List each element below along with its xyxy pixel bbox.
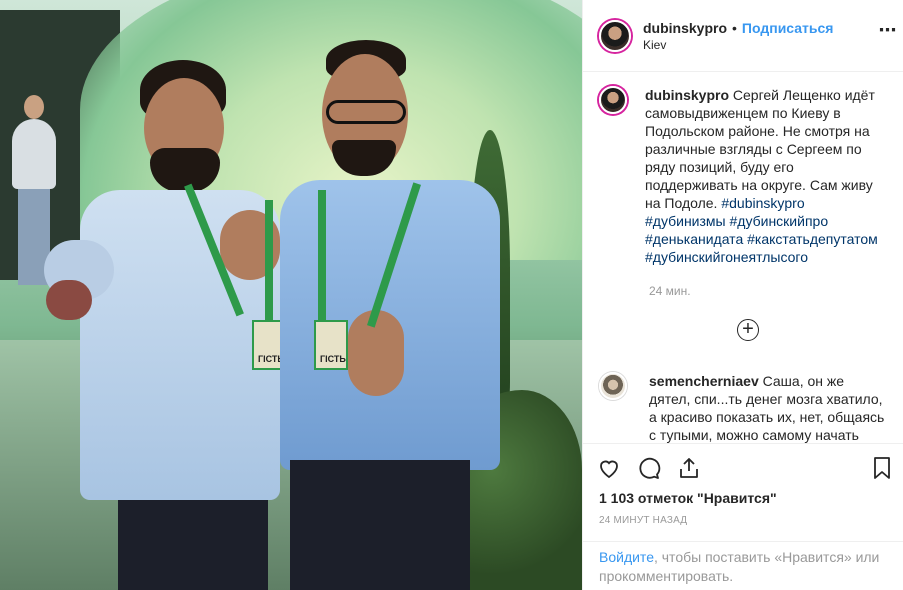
post-actions: 1 103 отметок "Нравится" 24 МИНУТ НАЗАД (583, 443, 903, 541)
post-time: 24 МИНУТ НАЗАД (599, 515, 688, 526)
comments-section[interactable]: dubinskypro Сергей Лещенко идёт самовыдв… (583, 72, 903, 443)
follow-button[interactable]: Подписаться (742, 20, 834, 36)
caption-username[interactable]: dubinskypro (645, 87, 729, 103)
caption-text: dubinskypro Сергей Лещенко идёт самовыдв… (645, 86, 885, 266)
caption-body: Сергей Лещенко идёт самовыдвиженцем по К… (645, 87, 875, 211)
heart-icon[interactable] (597, 456, 621, 480)
bookmark-icon[interactable] (870, 456, 894, 480)
post-sidebar: dubinskypro • Подписаться Kiev ⋯ dubinsk… (582, 0, 903, 590)
caption: dubinskypro Сергей Лещенко идёт самовыдв… (599, 86, 885, 266)
post-header: dubinskypro • Подписаться Kiev ⋯ (583, 0, 903, 72)
more-options-icon[interactable]: ⋯ (876, 20, 900, 41)
share-icon[interactable] (677, 456, 701, 480)
caption-time: 24 мин. (649, 284, 691, 298)
author-avatar[interactable] (599, 19, 631, 52)
load-more-comments-icon[interactable]: + (737, 319, 759, 341)
likes-count[interactable]: 1 103 отметок "Нравится" (599, 490, 777, 506)
hashtag[interactable]: #дубинскийгонеятлысого (645, 249, 808, 265)
login-link[interactable]: Войдите (599, 549, 654, 565)
hashtag[interactable]: #дубинизмы (645, 213, 726, 229)
hashtag[interactable]: #деньканидата (645, 231, 743, 247)
comment-text: semencherniaev Саша, он же дятел, спи...… (649, 372, 889, 443)
separator-dot: • (732, 19, 737, 36)
location-link[interactable]: Kiev (643, 38, 833, 52)
commenter-username[interactable]: semencherniaev (649, 373, 759, 389)
post-photo[interactable]: ГІСТЬ ГІСТЬ (0, 0, 582, 590)
badge-right-text: ГІСТЬ (320, 354, 346, 364)
comment-icon[interactable] (637, 456, 661, 480)
caption-avatar[interactable] (599, 86, 627, 114)
hashtag[interactable]: #дубинскийпро (730, 213, 829, 229)
hashtag[interactable]: #какстатьдепутатом (747, 231, 878, 247)
author-username[interactable]: dubinskypro (643, 20, 727, 36)
badge-right: ГІСТЬ (314, 320, 348, 370)
comment-item: semencherniaev Саша, он же дятел, спи...… (599, 372, 889, 443)
hashtag[interactable]: #dubinskypro (721, 195, 804, 211)
login-prompt: Войдите, чтобы поставить «Нравится» или … (583, 541, 903, 590)
commenter-avatar[interactable] (599, 372, 627, 400)
person-left: ГІСТЬ (44, 60, 290, 590)
person-right: ГІСТЬ (270, 40, 510, 590)
